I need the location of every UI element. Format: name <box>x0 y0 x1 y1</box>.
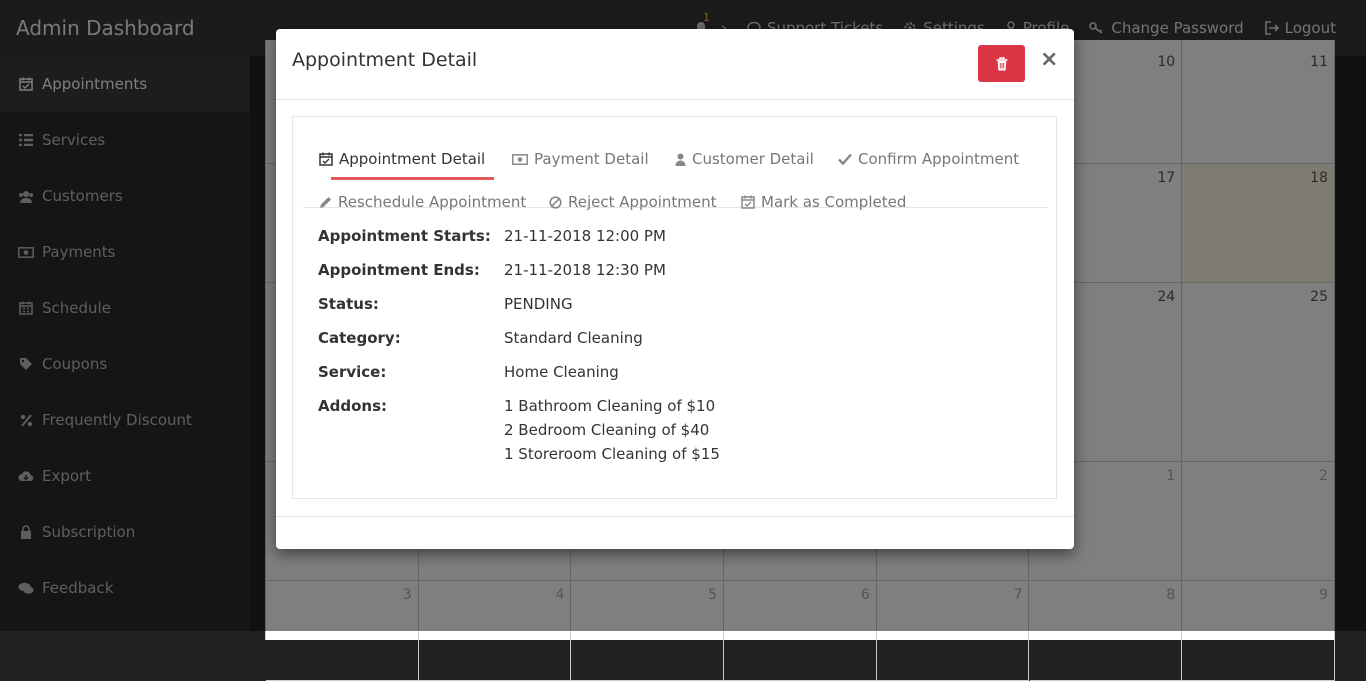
tab-label: Payment Detail <box>534 150 649 168</box>
user-icon <box>675 153 686 166</box>
ends-value: 21-11-2018 12:30 PM <box>504 261 666 279</box>
tab-confirm-appointment[interactable]: Confirm Appointment <box>838 142 1019 176</box>
pencil-icon <box>319 196 332 209</box>
starts-label: Appointment Starts: <box>318 227 491 245</box>
ban-icon <box>549 195 562 209</box>
tab-label: Mark as Completed <box>761 193 907 211</box>
trash-icon <box>996 56 1008 71</box>
addon-item: 2 Bedroom Cleaning of $40 <box>504 421 710 439</box>
close-button[interactable]: × <box>1040 47 1058 72</box>
appointment-panel: Appointment Detail Payment Detail Custom… <box>292 116 1057 499</box>
addons-label: Addons: <box>318 397 387 415</box>
tab-reschedule-appointment[interactable]: Reschedule Appointment <box>319 185 526 219</box>
category-value: Standard Cleaning <box>504 329 643 347</box>
tab-label: Reschedule Appointment <box>338 193 527 211</box>
modal-title: Appointment Detail <box>292 49 478 71</box>
tab-payment-detail[interactable]: Payment Detail <box>512 142 649 176</box>
tab-mark-as-completed[interactable]: Mark as Completed <box>741 185 906 219</box>
modal-footer <box>276 516 1074 517</box>
ends-label: Appointment Ends: <box>318 261 480 279</box>
status-value: PENDING <box>504 295 573 313</box>
service-label: Service: <box>318 363 387 381</box>
delete-button[interactable] <box>978 45 1025 82</box>
addons-list: 1 Bathroom Cleaning of $10 2 Bedroom Cle… <box>504 397 720 469</box>
tab-reject-appointment[interactable]: Reject Appointment <box>549 185 717 219</box>
check-icon <box>838 153 852 165</box>
tab-label: Reject Appointment <box>568 193 717 211</box>
tab-label: Appointment Detail <box>339 150 486 168</box>
calendar-check-icon <box>319 152 333 166</box>
money-icon <box>512 153 528 165</box>
status-label: Status: <box>318 295 379 313</box>
appointment-tabs: Appointment Detail Payment Detail Custom… <box>303 127 1047 211</box>
addon-item: 1 Bathroom Cleaning of $10 <box>504 397 716 415</box>
tab-label: Customer Detail <box>692 150 814 168</box>
close-icon: × <box>1040 47 1059 72</box>
active-tab-indicator <box>331 177 494 180</box>
appointment-detail-modal: Appointment Detail × Appointment Detail … <box>276 29 1074 549</box>
modal-header: Appointment Detail × <box>276 29 1074 100</box>
addon-item: 1 Storeroom Cleaning of $15 <box>504 445 720 463</box>
tab-label: Confirm Appointment <box>858 150 1020 168</box>
calendar-check-icon <box>741 195 755 209</box>
service-value: Home Cleaning <box>504 363 619 381</box>
category-label: Category: <box>318 329 401 347</box>
tab-appointment-detail[interactable]: Appointment Detail <box>319 142 485 176</box>
tab-customer-detail[interactable]: Customer Detail <box>675 142 814 176</box>
starts-value: 21-11-2018 12:00 PM <box>504 227 666 245</box>
